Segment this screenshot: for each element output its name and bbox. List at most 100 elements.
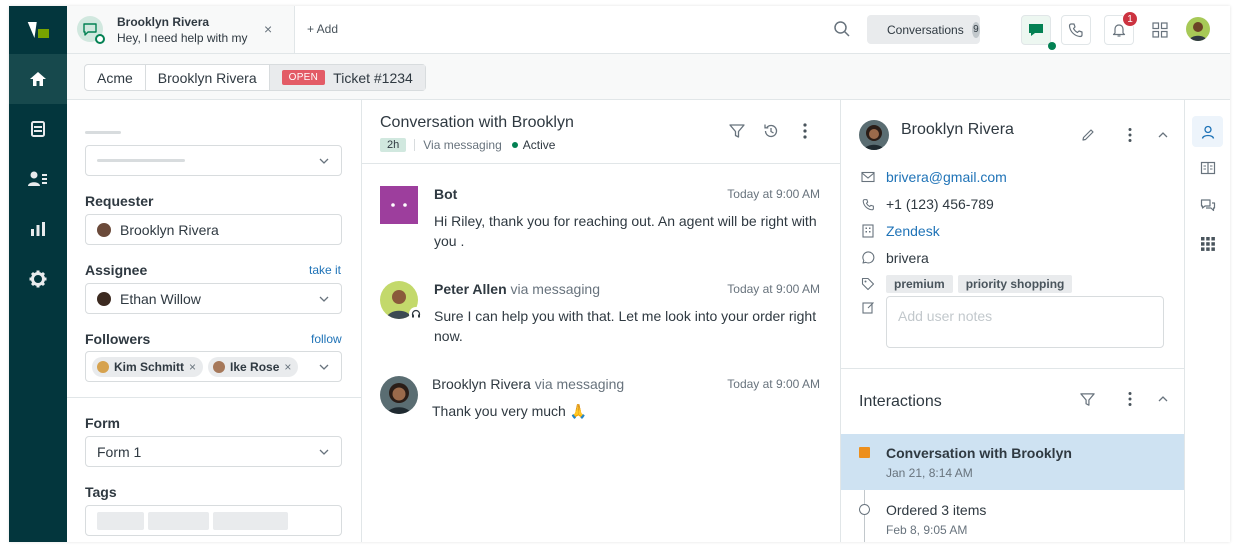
followers-field[interactable]: Kim Schmitt × Ike Rose × (85, 351, 342, 382)
requester-label: Requester (85, 193, 154, 209)
tab-requester-name: Brooklyn Rivera (117, 15, 210, 29)
interaction-item[interactable]: Ordered 3 items Feb 8, 9:05 AM (841, 491, 1184, 542)
order-marker-icon (859, 504, 870, 515)
chevron-up-icon[interactable] (1156, 392, 1170, 406)
state-text: Active (522, 138, 556, 152)
conversations-button[interactable]: Conversations 9 (867, 15, 980, 44)
interaction-item[interactable]: Conversation with Brooklyn Jan 21, 8:14 … (841, 434, 1184, 490)
organization-row: Zendesk (859, 223, 940, 239)
nav-views[interactable] (9, 104, 67, 154)
building-icon (859, 224, 877, 238)
customer-context-tab[interactable] (1192, 116, 1223, 147)
nav-admin[interactable] (9, 254, 67, 304)
tags-field[interactable] (85, 505, 342, 536)
remove-follower-icon[interactable]: × (284, 360, 291, 374)
bot-avatar (380, 186, 418, 224)
chevron-down-icon (319, 364, 329, 370)
side-conversations-tab[interactable] (1192, 190, 1223, 221)
headset-icon (409, 307, 423, 321)
tags-row: premium priority shopping (859, 275, 1077, 293)
filter-icon[interactable] (1079, 391, 1096, 408)
follower-chip[interactable]: Kim Schmitt × (92, 356, 204, 377)
breadcrumb-ticket[interactable]: OPEN Ticket #1234 (269, 65, 425, 90)
messaging-status-button[interactable] (1021, 15, 1056, 50)
more-options-icon[interactable] (1127, 391, 1133, 407)
apps-tab[interactable] (1192, 228, 1223, 259)
ticket-tab[interactable]: Brooklyn Rivera Hey, I need help with my… (67, 6, 295, 53)
bar-chart-icon (31, 222, 45, 236)
phone-button[interactable] (1061, 15, 1091, 45)
notifications-button[interactable]: 1 (1104, 11, 1138, 45)
age-badge: 2h (380, 138, 407, 152)
zendesk-logo-icon[interactable] (9, 6, 67, 54)
interaction-date: Feb 8, 9:05 AM (886, 523, 968, 537)
notification-badge: 1 (1122, 11, 1138, 27)
form-label: Form (85, 415, 120, 431)
search-icon[interactable] (833, 20, 851, 41)
edit-icon[interactable] (1080, 127, 1096, 143)
follower-chip[interactable]: Ike Rose × (208, 356, 299, 377)
follower-name: Kim Schmitt (114, 359, 185, 374)
chat-icon (1029, 24, 1043, 36)
message-author: Bot (434, 186, 458, 202)
assignee-label: Assignee (85, 262, 148, 278)
take-it-link[interactable]: take it (309, 263, 341, 277)
chevron-up-icon[interactable] (1156, 128, 1170, 142)
active-dot (511, 142, 518, 148)
product-tray-icon[interactable] (1151, 21, 1169, 42)
users-list-icon (28, 171, 47, 186)
breadcrumb-bar: Acme Brooklyn Rivera OPEN Ticket #1234 (67, 54, 1230, 100)
form-select[interactable]: Form 1 (85, 436, 342, 467)
user-icon (1201, 125, 1214, 139)
divider (414, 139, 416, 151)
remove-follower-icon[interactable]: × (189, 360, 196, 374)
message-time: Today at 9:00 AM (727, 282, 820, 296)
stack-icon (31, 121, 45, 137)
tag-chip[interactable]: premium (886, 275, 953, 293)
tag-chip[interactable]: priority shopping (957, 275, 1073, 293)
skeleton-tag (97, 511, 144, 530)
nav-reports[interactable] (9, 204, 67, 254)
skeleton-tag (213, 511, 288, 530)
tab-preview: Hey, I need help with my (117, 31, 248, 45)
email-link[interactable]: brivera@gmail.com (886, 169, 1007, 185)
follow-link[interactable]: follow (311, 332, 342, 346)
assignee-select[interactable]: Ethan Willow (85, 283, 342, 314)
nav-customers[interactable] (9, 154, 67, 204)
add-tab-button[interactable]: + Add (307, 22, 338, 36)
customer-avatar (380, 376, 418, 414)
tab-close-icon[interactable]: × (264, 21, 272, 37)
breadcrumb-requester[interactable]: Brooklyn Rivera (146, 65, 270, 90)
knowledge-icon (1200, 161, 1215, 174)
more-options-icon[interactable] (1127, 127, 1133, 143)
status-badge: OPEN (281, 70, 326, 85)
interaction-date: Jan 21, 8:14 AM (886, 466, 973, 480)
apps-grid-icon (1200, 236, 1215, 251)
history-icon[interactable] (762, 122, 780, 140)
requester-field[interactable]: Brooklyn Rivera (85, 214, 342, 245)
app-window: Brooklyn Rivera Hey, I need help with my… (9, 6, 1230, 542)
conversation-title: Conversation with Brooklyn (380, 114, 574, 131)
message-text: Hi Riley, thank you for reaching out. An… (434, 213, 817, 249)
knowledge-tab[interactable] (1192, 152, 1223, 183)
followers-label: Followers (85, 331, 151, 347)
filter-icon[interactable] (728, 122, 746, 140)
email-row: brivera@gmail.com (859, 169, 1007, 185)
requester-value: Brooklyn Rivera (120, 221, 219, 238)
online-dot (95, 34, 105, 44)
gear-icon (29, 270, 47, 288)
phone-row: +1 (123) 456-789 (859, 196, 994, 212)
organization-link[interactable]: Zendesk (886, 223, 940, 239)
more-options-icon[interactable] (802, 122, 808, 140)
online-status-dot (1048, 42, 1056, 50)
interactions-title: Interactions (859, 393, 942, 410)
message-time: Today at 9:00 AM (727, 187, 820, 201)
nav-home[interactable] (9, 54, 67, 104)
message-author: Brooklyn Rivera via messaging (432, 376, 625, 392)
message-author: Peter Allen via messaging (434, 281, 601, 297)
brand-select[interactable] (85, 145, 342, 176)
follower-avatar (213, 360, 226, 373)
user-avatar[interactable] (1186, 17, 1210, 41)
user-notes-textarea[interactable]: Add user notes (886, 296, 1164, 348)
breadcrumb-org[interactable]: Acme (85, 65, 146, 90)
